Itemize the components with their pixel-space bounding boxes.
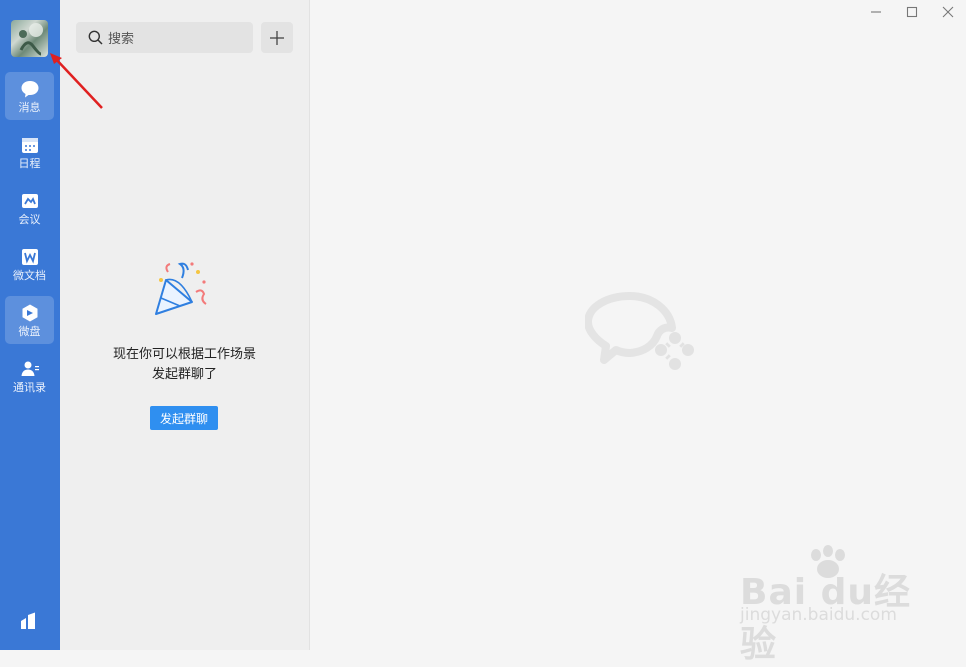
nav-item-contacts[interactable]: 通讯录: [5, 352, 54, 400]
empty-state-text: 现在你可以根据工作场景 发起群聊了: [60, 345, 309, 385]
nav-label: 日程: [18, 157, 41, 170]
close-icon: [942, 6, 954, 18]
watermark-url: jingyan.baidu.com: [740, 605, 897, 625]
nav-label: 微盘: [18, 325, 41, 338]
close-button[interactable]: [941, 5, 955, 19]
drive-icon: [22, 304, 37, 322]
nav-item-meeting[interactable]: 会议: [5, 184, 54, 232]
add-button[interactable]: [261, 22, 293, 53]
meeting-icon: [21, 194, 38, 208]
nav-item-docs[interactable]: 微文档: [5, 240, 54, 288]
plus-icon: [270, 30, 284, 45]
annotation-arrow: [50, 53, 103, 109]
doc-w-icon: [21, 249, 38, 265]
calendar-icon: [21, 138, 38, 153]
nav-item-drive[interactable]: 微盘: [5, 296, 54, 344]
empty-line-2: 发起群聊了: [151, 367, 217, 382]
nav-label: 会议: [18, 213, 41, 226]
empty-line-1: 现在你可以根据工作场景: [112, 347, 256, 362]
wecom-logo-icon: [585, 292, 694, 370]
start-group-chat-button[interactable]: 发起群聊: [150, 406, 218, 430]
baidu-watermark: Bai du经验 jingyan.baidu.com: [740, 545, 920, 665]
minimize-button[interactable]: [869, 5, 883, 19]
maximize-icon: [906, 6, 918, 18]
minimize-icon: [871, 11, 881, 13]
maximize-button[interactable]: [905, 5, 919, 19]
nav-item-schedule[interactable]: 日程: [5, 128, 54, 176]
contacts-icon: [21, 361, 39, 376]
search-icon: [88, 30, 103, 45]
chat-bubble-icon: [21, 81, 38, 98]
nav-label: 微文档: [13, 269, 46, 282]
party-popper-icon: [155, 262, 207, 315]
apps-icon[interactable]: [19, 611, 39, 631]
search-placeholder: 搜索: [108, 32, 135, 47]
nav-label: 通讯录: [13, 381, 46, 394]
